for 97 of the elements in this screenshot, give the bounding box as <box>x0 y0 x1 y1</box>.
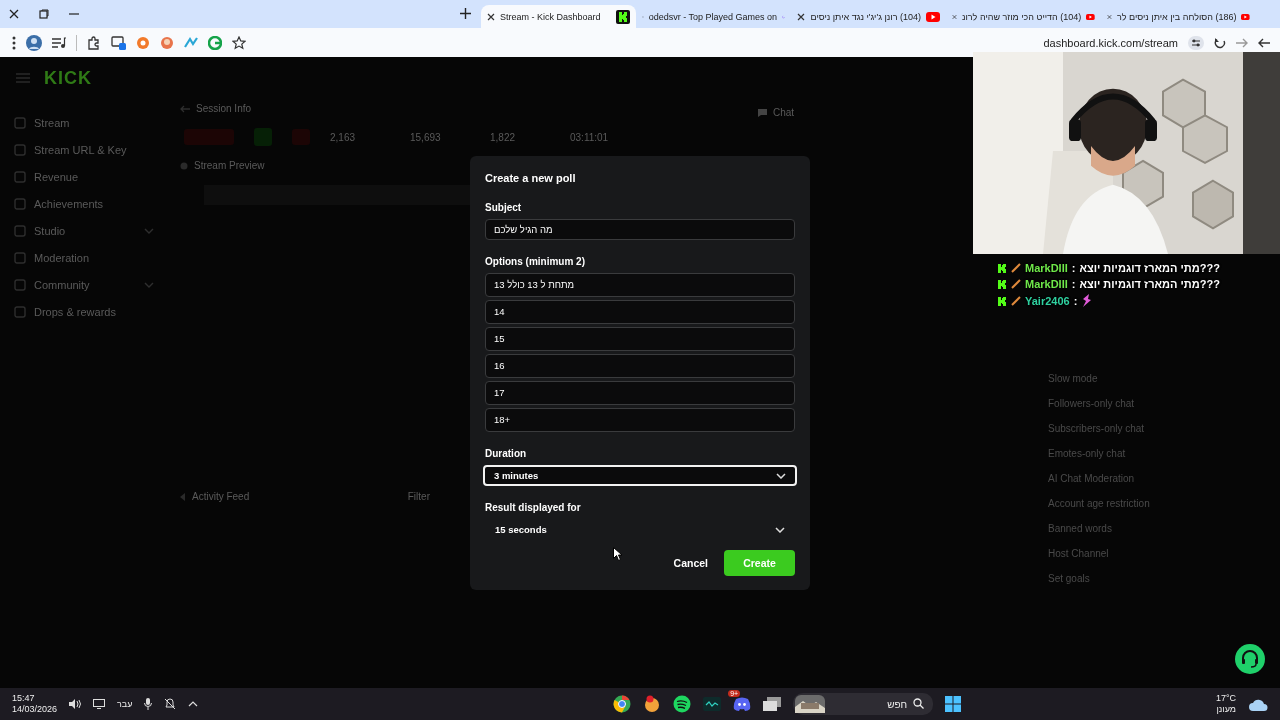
kick-badge-icon <box>998 263 1007 273</box>
address-bar[interactable]: dashboard.kick.com/stream <box>1043 36 1178 49</box>
option-field[interactable]: 14 <box>485 299 795 324</box>
nav-icon <box>14 144 26 156</box>
cancel-button[interactable]: Cancel <box>669 550 712 576</box>
stat-value: 15,693 <box>410 131 442 143</box>
microphone-icon[interactable] <box>144 698 153 710</box>
kick-badge-icon <box>998 296 1007 306</box>
chat-message: מתי המארז דוגמיות יוצא??? <box>1079 278 1220 290</box>
reload-icon[interactable] <box>1214 36 1226 49</box>
result-duration-dropdown[interactable]: 15 seconds <box>485 519 795 540</box>
chat-username[interactable]: Yair2406 <box>1025 295 1070 307</box>
panel-title: Chat <box>773 107 795 118</box>
search-icon <box>913 698 925 709</box>
nav-icon <box>14 279 26 291</box>
field-label: Subject <box>485 202 523 213</box>
clock-time[interactable]: 15:47 <box>12 693 58 704</box>
monitor-icon[interactable] <box>93 699 106 709</box>
eye-icon <box>180 161 188 170</box>
extension-icon[interactable] <box>111 35 126 50</box>
cloud-icon[interactable] <box>1248 697 1268 711</box>
stat-value: 1,822 <box>490 131 517 143</box>
option-field[interactable]: 18+ <box>485 407 795 432</box>
kick-logo[interactable]: KICK <box>44 67 92 89</box>
window-app-icon[interactable] <box>763 697 782 711</box>
field-label: Result displayed for <box>485 502 582 514</box>
mouse-cursor-icon <box>613 547 622 561</box>
option-field[interactable]: 16 <box>485 353 795 378</box>
status-badge <box>254 128 272 146</box>
site-settings-icon[interactable] <box>1188 35 1204 50</box>
temperature[interactable]: 17°C <box>1215 693 1236 704</box>
nav-icon <box>14 171 26 183</box>
browser-tab[interactable]: (104) הדייט הכי מוזר שהיה לרונ <box>946 5 1101 28</box>
chat-separator: : <box>1073 295 1078 307</box>
browser-tab[interactable]: odedsvr - Top Played Games on <box>636 5 791 28</box>
language-indicator[interactable]: עבר <box>117 699 133 709</box>
video-favicon-icon <box>1086 11 1095 22</box>
nav-icon <box>14 252 26 264</box>
nav-icon <box>14 306 26 318</box>
panel-title: Session Info <box>196 103 252 114</box>
chat-username[interactable]: MarkDIII <box>1025 278 1068 290</box>
back-arrow-icon[interactable] <box>1236 37 1248 48</box>
chevron-down-icon <box>144 228 154 234</box>
video-favicon-icon <box>1241 11 1250 22</box>
stat-value: 2,163 <box>330 131 357 143</box>
windows-start-icon[interactable] <box>945 696 962 712</box>
chat-separator: : <box>1071 262 1076 274</box>
kick-badge-icon <box>998 279 1007 289</box>
terminal-app-icon[interactable] <box>703 697 722 711</box>
menu-icon[interactable] <box>12 35 16 50</box>
browser-tab[interactable]: (104) רונן ג'יג'י נגד איתן ניסים <box>791 5 946 28</box>
chrome-app-icon[interactable] <box>613 695 632 713</box>
chat-separator: : <box>1071 278 1076 290</box>
extension-icon[interactable] <box>184 35 198 50</box>
stat-value: 03:11:01 <box>570 131 610 143</box>
nav-icon <box>14 198 26 210</box>
chat-username[interactable]: MarkDIII <box>1025 262 1068 274</box>
chevron-down-icon <box>775 526 785 533</box>
option-field[interactable]: 15 <box>485 326 795 351</box>
new-tab-icon[interactable] <box>460 8 471 19</box>
speaker-icon[interactable] <box>69 699 82 709</box>
discord-app-icon[interactable] <box>733 697 752 711</box>
field-label: Options (minimum 2) <box>485 255 586 267</box>
spotify-app-icon[interactable] <box>673 695 692 713</box>
app-icon[interactable] <box>643 695 662 713</box>
option-field[interactable]: 17 <box>485 380 795 405</box>
panel-title: Stream Preview <box>194 160 265 171</box>
extension-icon[interactable] <box>160 35 174 50</box>
extension-icon[interactable] <box>136 35 150 50</box>
subject-field[interactable]: מה הגיל שלכם <box>485 219 795 240</box>
chevron-up-icon[interactable] <box>188 701 199 707</box>
profile-avatar-icon[interactable] <box>26 34 42 51</box>
kick-favicon-icon <box>616 9 630 24</box>
browser-tab[interactable]: Stream - Kick Dashboard <box>481 5 636 28</box>
chevron-down-icon <box>776 472 786 479</box>
forward-arrow-icon[interactable] <box>1258 37 1270 48</box>
extensions-icon[interactable] <box>87 35 101 50</box>
restore-icon[interactable] <box>39 9 49 19</box>
extension-icon[interactable] <box>208 35 222 50</box>
weather-condition[interactable]: מעונן <box>1216 704 1236 715</box>
bookmark-star-icon[interactable] <box>232 35 246 50</box>
browser-tab[interactable]: (186) הסולחה בין איתן ניסים לר <box>1101 5 1256 28</box>
media-control-icon[interactable] <box>52 36 66 49</box>
field-label: Duration <box>485 447 528 459</box>
duration-dropdown[interactable]: 3 minutes <box>483 464 797 487</box>
chevron-down-icon <box>144 282 154 288</box>
dialog-title: Create a new poll <box>485 172 577 184</box>
chat-message: מתי המארז דוגמיות יוצא??? <box>1079 262 1220 274</box>
nav-icon <box>14 117 26 129</box>
support-headset-icon[interactable] <box>1235 644 1265 674</box>
clock-date[interactable]: 14/03/2026 <box>12 704 58 715</box>
option-field[interactable]: מתחת ל 13 כולל 13 <box>485 272 795 297</box>
notifications-off-icon[interactable] <box>164 698 177 710</box>
panel-title: Activity Feed <box>192 491 250 502</box>
video-favicon-icon <box>926 11 940 22</box>
nav-icon <box>14 225 26 237</box>
chat-icon <box>758 108 767 117</box>
